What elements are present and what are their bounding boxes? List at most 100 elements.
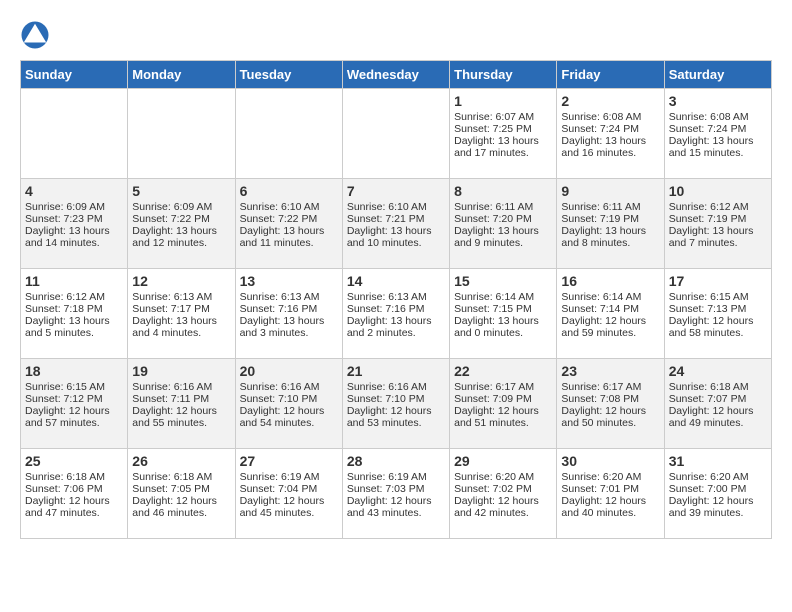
sunset-text: Sunset: 7:21 PM	[347, 213, 445, 225]
sunrise-text: Sunrise: 6:13 AM	[347, 291, 445, 303]
daylight-text: Daylight: 12 hours and 55 minutes.	[132, 405, 230, 429]
sunrise-text: Sunrise: 6:18 AM	[669, 381, 767, 393]
day-number: 13	[240, 273, 338, 289]
sunset-text: Sunset: 7:20 PM	[454, 213, 552, 225]
sunset-text: Sunset: 7:06 PM	[25, 483, 123, 495]
sunrise-text: Sunrise: 6:16 AM	[132, 381, 230, 393]
calendar-cell: 31Sunrise: 6:20 AMSunset: 7:00 PMDayligh…	[664, 449, 771, 539]
col-header-thursday: Thursday	[450, 61, 557, 89]
sunset-text: Sunset: 7:00 PM	[669, 483, 767, 495]
day-number: 8	[454, 183, 552, 199]
calendar-cell: 29 Sunrise: 6:20 AMSunset: 7:02 PMDayligh…	[450, 449, 557, 539]
sunset-text: Sunset: 7:14 PM	[561, 303, 659, 315]
sunset-text: Sunset: 7:22 PM	[240, 213, 338, 225]
day-number: 5	[132, 183, 230, 199]
calendar-cell: 11Sunrise: 6:12 AMSunset: 7:18 PMDayligh…	[21, 269, 128, 359]
sunset-text: Sunset: 7:05 PM	[132, 483, 230, 495]
day-number: 31	[669, 453, 767, 469]
daylight-text: Daylight: 12 hours and 45 minutes.	[240, 495, 338, 519]
day-number: 29	[454, 453, 552, 469]
sunset-text: Sunset: 7:01 PM	[561, 483, 659, 495]
calendar-cell: 28Sunrise: 6:19 AMSunset: 7:03 PMDayligh…	[342, 449, 449, 539]
col-header-monday: Monday	[128, 61, 235, 89]
sunset-text: Sunset: 7:04 PM	[240, 483, 338, 495]
calendar-cell	[128, 89, 235, 179]
sunset-text: Sunset: 7:24 PM	[561, 123, 659, 135]
sunrise-text: Sunrise: 6:18 AM	[132, 471, 230, 483]
sunset-text: Sunset: 7:03 PM	[347, 483, 445, 495]
col-header-wednesday: Wednesday	[342, 61, 449, 89]
daylight-text: Daylight: 12 hours and 51 minutes.	[454, 405, 552, 429]
day-number: 22	[454, 363, 552, 379]
week-row-3: 11Sunrise: 6:12 AMSunset: 7:18 PMDayligh…	[21, 269, 772, 359]
sunrise-text: Sunrise: 6:11 AM	[454, 201, 552, 213]
sunset-text: Sunset: 7:02 PM	[454, 483, 552, 495]
calendar-cell: 19Sunrise: 6:16 AMSunset: 7:11 PMDayligh…	[128, 359, 235, 449]
calendar-cell: 3Sunrise: 6:08 AMSunset: 7:24 PMDaylight…	[664, 89, 771, 179]
daylight-text: Daylight: 12 hours and 43 minutes.	[347, 495, 445, 519]
daylight-text: Daylight: 13 hours and 17 minutes.	[454, 135, 552, 159]
sunrise-text: Sunrise: 6:13 AM	[240, 291, 338, 303]
sunrise-text: Sunrise: 6:14 AM	[561, 291, 659, 303]
calendar-cell	[21, 89, 128, 179]
sunrise-text: Sunrise: 6:08 AM	[669, 111, 767, 123]
calendar-cell: 7Sunrise: 6:10 AMSunset: 7:21 PMDaylight…	[342, 179, 449, 269]
day-number: 28	[347, 453, 445, 469]
day-number: 27	[240, 453, 338, 469]
header-row: SundayMondayTuesdayWednesdayThursdayFrid…	[21, 61, 772, 89]
sunset-text: Sunset: 7:25 PM	[454, 123, 552, 135]
sunset-text: Sunset: 7:10 PM	[347, 393, 445, 405]
day-number: 9	[561, 183, 659, 199]
calendar-cell: 5Sunrise: 6:09 AMSunset: 7:22 PMDaylight…	[128, 179, 235, 269]
calendar-cell: 14Sunrise: 6:13 AMSunset: 7:16 PMDayligh…	[342, 269, 449, 359]
week-row-2: 4Sunrise: 6:09 AMSunset: 7:23 PMDaylight…	[21, 179, 772, 269]
day-number: 23	[561, 363, 659, 379]
calendar-cell: 15Sunrise: 6:14 AMSunset: 7:15 PMDayligh…	[450, 269, 557, 359]
sunrise-text: Sunrise: 6:07 AM	[454, 111, 552, 123]
calendar-cell: 25Sunrise: 6:18 AMSunset: 7:06 PMDayligh…	[21, 449, 128, 539]
sunrise-text: Sunrise: 6:09 AM	[25, 201, 123, 213]
daylight-text: Daylight: 13 hours and 11 minutes.	[240, 225, 338, 249]
calendar-cell: 4Sunrise: 6:09 AMSunset: 7:23 PMDaylight…	[21, 179, 128, 269]
daylight-text: Daylight: 13 hours and 2 minutes.	[347, 315, 445, 339]
week-row-4: 18Sunrise: 6:15 AMSunset: 7:12 PMDayligh…	[21, 359, 772, 449]
sunset-text: Sunset: 7:19 PM	[669, 213, 767, 225]
sunset-text: Sunset: 7:23 PM	[25, 213, 123, 225]
sunrise-text: Sunrise: 6:18 AM	[25, 471, 123, 483]
page-header	[20, 20, 772, 50]
daylight-text: Daylight: 13 hours and 9 minutes.	[454, 225, 552, 249]
day-number: 6	[240, 183, 338, 199]
sunrise-text: Sunrise: 6:15 AM	[25, 381, 123, 393]
sunrise-text: Sunrise: 6:17 AM	[454, 381, 552, 393]
logo-icon	[20, 20, 50, 50]
calendar-cell: 12Sunrise: 6:13 AMSunset: 7:17 PMDayligh…	[128, 269, 235, 359]
daylight-text: Daylight: 13 hours and 5 minutes.	[25, 315, 123, 339]
daylight-text: Daylight: 13 hours and 15 minutes.	[669, 135, 767, 159]
calendar-cell: 21Sunrise: 6:16 AMSunset: 7:10 PMDayligh…	[342, 359, 449, 449]
col-header-saturday: Saturday	[664, 61, 771, 89]
daylight-text: Daylight: 12 hours and 54 minutes.	[240, 405, 338, 429]
day-number: 12	[132, 273, 230, 289]
day-number: 17	[669, 273, 767, 289]
day-number: 30	[561, 453, 659, 469]
daylight-text: Daylight: 13 hours and 10 minutes.	[347, 225, 445, 249]
day-number: 19	[132, 363, 230, 379]
sunrise-text: Sunrise: 6:20 AM	[454, 471, 552, 483]
sunset-text: Sunset: 7:22 PM	[132, 213, 230, 225]
sunrise-text: Sunrise: 6:12 AM	[25, 291, 123, 303]
sunrise-text: Sunrise: 6:16 AM	[240, 381, 338, 393]
sunset-text: Sunset: 7:18 PM	[25, 303, 123, 315]
sunrise-text: Sunrise: 6:11 AM	[561, 201, 659, 213]
sunrise-text: Sunrise: 6:09 AM	[132, 201, 230, 213]
daylight-text: Daylight: 12 hours and 57 minutes.	[25, 405, 123, 429]
daylight-text: Daylight: 12 hours and 42 minutes.	[454, 495, 552, 519]
day-number: 10	[669, 183, 767, 199]
day-number: 1	[454, 93, 552, 109]
calendar-cell	[235, 89, 342, 179]
daylight-text: Daylight: 12 hours and 59 minutes.	[561, 315, 659, 339]
day-number: 21	[347, 363, 445, 379]
day-number: 24	[669, 363, 767, 379]
calendar-cell: 8 Sunrise: 6:11 AMSunset: 7:20 PMDaylight…	[450, 179, 557, 269]
day-number: 25	[25, 453, 123, 469]
sunset-text: Sunset: 7:17 PM	[132, 303, 230, 315]
